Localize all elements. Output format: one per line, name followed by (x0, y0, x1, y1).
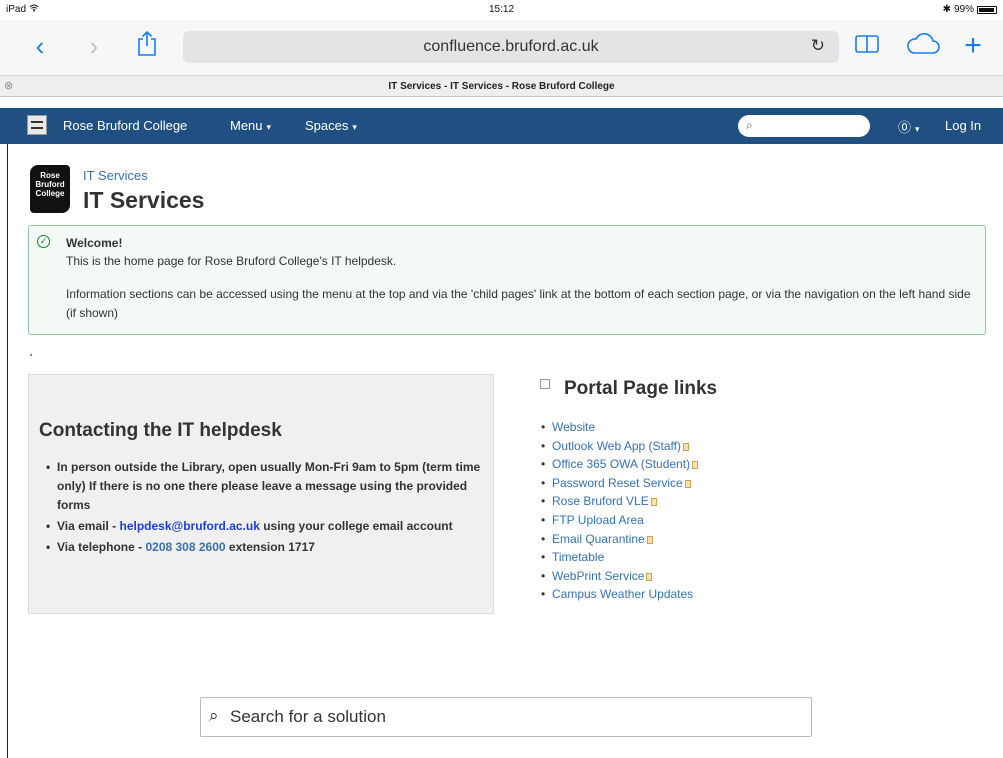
welcome-title: Welcome! (66, 236, 123, 250)
contact-list: In person outside the Library, open usua… (46, 458, 487, 559)
contact-helpdesk-panel: Contacting the IT helpdesk In person out… (28, 374, 494, 614)
confluence-header: Rose Bruford College Menu ▾ Spaces ▾ ⌕ ⓪ ▾ … (0, 108, 1003, 144)
portal-link[interactable]: Website (541, 418, 698, 437)
portal-link[interactable]: Timetable (541, 548, 698, 567)
portal-link[interactable]: Office 365 OWA (Student) (541, 455, 699, 474)
welcome-message-panel: ✓ Welcome! This is the home page for Ros… (28, 225, 986, 335)
external-link-icon (646, 535, 653, 544)
list-item: In person outside the Library, open usua… (46, 458, 487, 515)
book-icon (854, 31, 880, 61)
portal-link[interactable]: Rose Bruford VLE (541, 492, 698, 511)
checkbox[interactable] (540, 379, 550, 389)
external-link-icon (650, 498, 657, 507)
external-link-icon (684, 479, 691, 488)
header-search-input[interactable]: ⌕ (738, 115, 870, 137)
menu-dropdown[interactable]: Menu ▾ (230, 118, 271, 133)
list-item: Via email - helpdesk@bruford.ac.uk using… (46, 517, 487, 536)
tab-title[interactable]: IT Services - IT Services - Rose Bruford… (0, 81, 1003, 92)
tab-bar: ⊗ IT Services - IT Services - Rose Brufo… (0, 75, 1003, 97)
list-item: Via telephone - 0208 308 2600 extension … (46, 538, 487, 557)
portal-link[interactable]: Outlook Web App (Staff) (541, 437, 698, 456)
external-link-icon (646, 572, 653, 581)
helpdesk-email-link[interactable]: helpdesk@bruford.ac.uk (119, 519, 259, 533)
page-title: IT Services (83, 187, 205, 213)
phone-link[interactable]: 0208 308 2600 (145, 540, 225, 554)
site-name-link[interactable]: Rose Bruford College (63, 118, 187, 133)
space-logo[interactable]: Rose Bruford College (30, 165, 70, 213)
plus-icon: + (964, 29, 982, 62)
icloud-tabs-button[interactable] (905, 30, 941, 62)
help-menu[interactable]: ⓪ ▾ (898, 117, 920, 136)
url-text: confluence.bruford.ac.uk (423, 38, 599, 55)
check-circle-icon: ✓ (37, 235, 50, 248)
help-icon: ⓪ (898, 120, 912, 135)
share-icon (137, 30, 157, 62)
forward-button[interactable]: › (82, 30, 106, 62)
bluetooth-icon: ✱ (942, 4, 951, 15)
portal-link[interactable]: WebPrint Service (541, 567, 698, 586)
bookmarks-button[interactable] (852, 30, 882, 62)
chevron-right-icon: › (89, 31, 99, 61)
site-logo-icon[interactable] (27, 115, 47, 135)
search-icon: ⌕ (209, 706, 219, 725)
portal-link[interactable]: FTP Upload Area (541, 511, 698, 530)
portal-link[interactable]: Password Reset Service (541, 474, 698, 493)
new-tab-button[interactable]: + (958, 30, 988, 62)
solution-search-box[interactable]: ⌕ (200, 697, 812, 737)
spaces-label: Spaces (305, 118, 349, 133)
welcome-text: This is the home page for Rose Bruford C… (66, 254, 397, 268)
chevron-down-icon: ▾ (915, 124, 920, 134)
ios-status-bar: iPad 15:12 ✱ 99% (0, 0, 1003, 20)
external-link-icon (692, 461, 699, 470)
battery-percent: 99% (953, 4, 974, 15)
spaces-dropdown[interactable]: Spaces ▾ (305, 118, 357, 133)
chevron-down-icon: ▾ (266, 122, 272, 132)
browser-toolbar: ‹ › confluence.bruford.ac.uk ↻ + (0, 20, 1003, 75)
divider-dot (30, 354, 32, 356)
address-bar[interactable]: confluence.bruford.ac.uk ↻ (183, 31, 839, 63)
search-icon: ⌕ (746, 118, 753, 132)
solution-search-input[interactable] (230, 705, 790, 729)
chevron-down-icon: ▾ (352, 122, 357, 132)
share-button[interactable] (133, 30, 161, 62)
portal-link-list: WebsiteOutlook Web App (Staff)Office 365… (541, 418, 699, 604)
portal-link[interactable]: Campus Weather Updates (541, 585, 698, 604)
login-link[interactable]: Log In (945, 118, 981, 133)
breadcrumb[interactable]: IT Services (83, 168, 148, 183)
reload-icon[interactable]: ↻ (811, 36, 825, 56)
chevron-left-icon: ‹ (35, 31, 45, 61)
portal-link[interactable]: Email Quarantine (541, 530, 698, 549)
back-button[interactable]: ‹ (28, 30, 52, 62)
external-link-icon (682, 442, 689, 451)
clock: 15:12 (488, 4, 515, 15)
content-border (7, 144, 8, 758)
welcome-navigation-text: Information sections can be accessed usi… (66, 287, 971, 320)
contact-title: Contacting the IT helpdesk (39, 420, 282, 441)
portal-title: Portal Page links (564, 378, 718, 399)
battery-icon (977, 5, 997, 14)
cloud-icon (906, 31, 940, 61)
menu-label: Menu (230, 118, 263, 133)
